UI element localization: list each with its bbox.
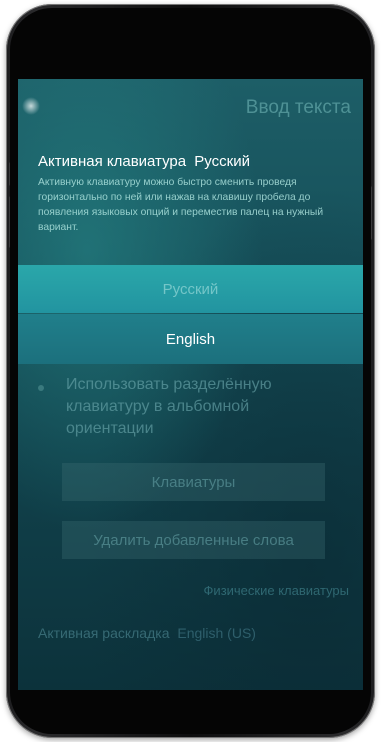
active-keyboard-label: Активная клавиатура xyxy=(38,153,187,170)
split-keyboard-switch[interactable]: Использовать разделённую клавиатуру в ал… xyxy=(38,375,358,447)
active-layout-value: English (US) xyxy=(177,625,256,641)
delete-added-words-button[interactable]: Удалить добавленные слова xyxy=(62,521,325,559)
active-layout-row[interactable]: Активная раскладка English (US) xyxy=(38,625,256,641)
active-keyboard-heading[interactable]: Активная клавиатура Русский xyxy=(38,153,250,170)
language-option-english[interactable]: English xyxy=(18,314,363,364)
language-option-russian[interactable]: Русский xyxy=(18,265,363,313)
physical-keyboards-link[interactable]: Физические клавиатуры xyxy=(204,583,349,598)
screen: Ввод текста Активная клавиатура Русский … xyxy=(18,79,363,690)
active-keyboard-value: Русский xyxy=(194,153,250,170)
language-menu: Русский English xyxy=(18,265,363,365)
pulley-indicator-icon xyxy=(22,97,40,115)
active-keyboard-description: Активную клавиатуру можно быстро сменить… xyxy=(38,177,324,233)
split-keyboard-label: Использовать разделённую клавиатуру в ал… xyxy=(66,376,272,437)
keyboards-button[interactable]: Клавиатуры xyxy=(62,463,325,501)
active-layout-label: Активная раскладка xyxy=(38,625,170,641)
switch-indicator-icon xyxy=(38,385,44,391)
page-title: Ввод текста xyxy=(245,97,351,118)
